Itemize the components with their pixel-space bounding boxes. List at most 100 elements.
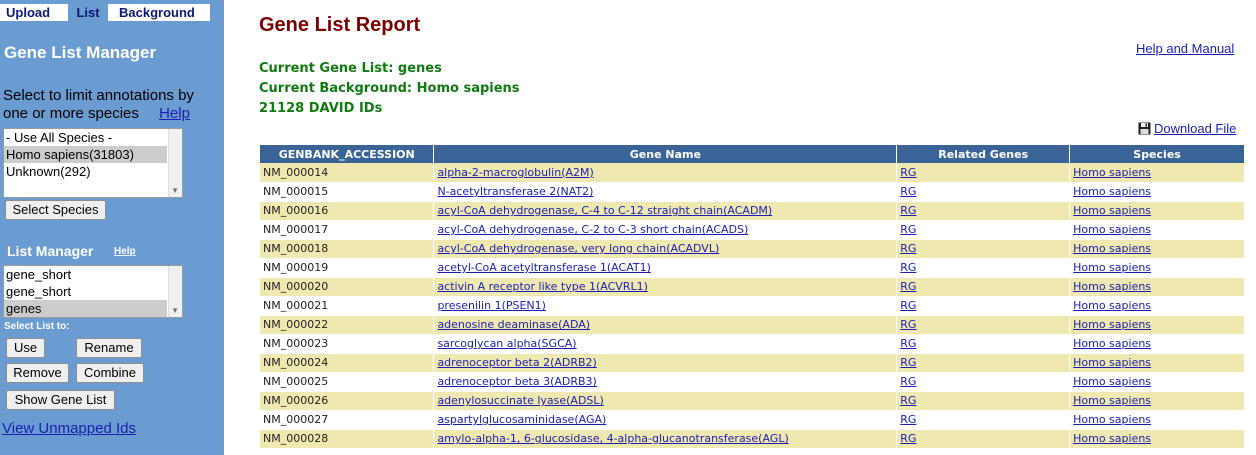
select-species-button[interactable]: Select Species [5, 200, 106, 220]
gene-name-link[interactable]: activin A receptor like type 1(ACVRL1) [437, 280, 647, 293]
gene-name-cell: acyl-CoA dehydrogenase, very long chain(… [433, 239, 898, 259]
species-link[interactable]: Homo sapiens [1073, 166, 1151, 179]
gene-list-option[interactable]: genes [4, 300, 167, 317]
gene-name-link[interactable]: presenilin 1(PSEN1) [437, 299, 546, 312]
species-link[interactable]: Homo sapiens [1073, 337, 1151, 350]
accession-cell: NM_000021 [260, 296, 435, 316]
view-unmapped-ids-link[interactable]: View Unmapped Ids [2, 420, 136, 437]
scroll-down-icon[interactable]: ▼ [171, 306, 179, 315]
help-and-manual-link[interactable]: Help and Manual [1136, 41, 1234, 56]
gene-list-option[interactable]: gene_short [4, 283, 167, 300]
related-genes-link[interactable]: RG [900, 375, 916, 388]
gene-name-link[interactable]: acyl-CoA dehydrogenase, very long chain(… [437, 242, 719, 255]
tab-background[interactable]: Background [108, 4, 195, 21]
species-prompt: Select to limit annotations by one or mo… [3, 87, 219, 123]
gene-name-link[interactable]: aspartylglucosaminidase(AGA) [437, 413, 606, 426]
species-link[interactable]: Homo sapiens [1073, 432, 1151, 445]
table-row: NM_000020 activin A receptor like type 1(… [260, 277, 1245, 297]
column-header-species[interactable]: Species [1069, 145, 1245, 163]
gene-name-link[interactable]: amylo-alpha-1, 6-glucosidase, 4-alpha-gl… [437, 432, 788, 445]
column-header-gene-name[interactable]: Gene Name [433, 145, 898, 163]
related-genes-link[interactable]: RG [900, 261, 916, 274]
current-background: Current Background: Homo sapiens [259, 81, 520, 96]
use-button[interactable]: Use [6, 338, 45, 358]
list-manager-help-link[interactable]: Help [114, 246, 136, 257]
gene-name-link[interactable]: adrenoceptor beta 3(ADRB3) [437, 375, 596, 388]
species-link[interactable]: Homo sapiens [1073, 185, 1151, 198]
related-genes-link[interactable]: RG [900, 223, 916, 236]
rename-button[interactable]: Rename [76, 338, 142, 358]
related-genes-cell: RG [896, 353, 1071, 373]
related-genes-link[interactable]: RG [900, 337, 916, 350]
gene-list-manager-title: Gene List Manager [4, 43, 157, 62]
related-genes-cell: RG [896, 201, 1071, 221]
related-genes-link[interactable]: RG [900, 166, 916, 179]
combine-button[interactable]: Combine [76, 363, 144, 383]
species-option[interactable]: Unknown(292) [4, 163, 167, 180]
gene-name-link[interactable]: adenylosuccinate lyase(ADSL) [437, 394, 603, 407]
gene-name-link[interactable]: acetyl-CoA acetyltransferase 1(ACAT1) [437, 261, 650, 274]
related-genes-cell: RG [896, 372, 1071, 392]
download-file-link[interactable]: Download File [1138, 121, 1236, 136]
gene-name-cell: amylo-alpha-1, 6-glucosidase, 4-alpha-gl… [433, 429, 898, 449]
species-link[interactable]: Homo sapiens [1073, 261, 1151, 274]
gene-name-link[interactable]: acyl-CoA dehydrogenase, C-2 to C-3 short… [437, 223, 748, 236]
species-link[interactable]: Homo sapiens [1073, 242, 1151, 255]
gene-name-cell: activin A receptor like type 1(ACVRL1) [433, 277, 898, 297]
related-genes-cell: RG [896, 239, 1071, 259]
species-help-link[interactable]: Help [159, 105, 190, 122]
gene-lists-listbox-scrollbar[interactable]: ▼ [168, 266, 182, 317]
gene-name-link[interactable]: adenosine deaminase(ADA) [437, 318, 590, 331]
related-genes-link[interactable]: RG [900, 394, 916, 407]
species-option[interactable]: Homo sapiens(31803) [4, 146, 167, 163]
gene-name-link[interactable]: sarcoglycan alpha(SGCA) [437, 337, 576, 350]
accession-cell: NM_000015 [260, 182, 435, 202]
species-link[interactable]: Homo sapiens [1073, 204, 1151, 217]
related-genes-link[interactable]: RG [900, 413, 916, 426]
table-row: NM_000018 acyl-CoA dehydrogenase, very lo… [260, 239, 1245, 259]
related-genes-link[interactable]: RG [900, 299, 916, 312]
species-listbox-scrollbar[interactable]: ▼ [168, 129, 182, 197]
tab-upload[interactable]: Upload [0, 4, 68, 21]
gene-name-link[interactable]: alpha-2-macroglobulin(A2M) [437, 166, 593, 179]
tab-list[interactable]: List [68, 4, 108, 21]
species-link[interactable]: Homo sapiens [1073, 356, 1151, 369]
gene-name-link[interactable]: acyl-CoA dehydrogenase, C-4 to C-12 stra… [437, 204, 772, 217]
table-body: NM_000014 alpha-2-macroglobulin(A2M) RG Hom… [260, 163, 1245, 449]
related-genes-link[interactable]: RG [900, 204, 916, 217]
remove-button[interactable]: Remove [6, 363, 69, 383]
species-link[interactable]: Homo sapiens [1073, 223, 1151, 236]
related-genes-link[interactable]: RG [900, 432, 916, 445]
species-option[interactable]: - Use All Species - [4, 129, 167, 146]
show-gene-list-button[interactable]: Show Gene List [6, 390, 115, 410]
species-link[interactable]: Homo sapiens [1073, 375, 1151, 388]
related-genes-link[interactable]: RG [900, 318, 916, 331]
accession-cell: NM_000018 [260, 239, 435, 259]
species-cell: Homo sapiens [1069, 201, 1245, 221]
gene-lists-listbox[interactable]: gene_short gene_short genes ▼ [3, 265, 183, 318]
table-row: NM_000016 acyl-CoA dehydrogenase, C-4 to … [260, 201, 1245, 221]
species-cell: Homo sapiens [1069, 163, 1245, 183]
column-header-related-genes[interactable]: Related Genes [896, 145, 1071, 163]
gene-list-option[interactable]: gene_short [4, 266, 167, 283]
related-genes-cell: RG [896, 220, 1071, 240]
related-genes-link[interactable]: RG [900, 185, 916, 198]
related-genes-link[interactable]: RG [900, 356, 916, 369]
species-link[interactable]: Homo sapiens [1073, 280, 1151, 293]
scroll-down-icon[interactable]: ▼ [171, 186, 179, 195]
species-link[interactable]: Homo sapiens [1073, 394, 1151, 407]
gene-name-link[interactable]: N-acetyltransferase 2(NAT2) [437, 185, 593, 198]
species-link[interactable]: Homo sapiens [1073, 299, 1151, 312]
column-header-accession[interactable]: GENBANK_ACCESSION [260, 145, 435, 163]
species-link[interactable]: Homo sapiens [1073, 318, 1151, 331]
species-link[interactable]: Homo sapiens [1073, 413, 1151, 426]
download-file-label: Download File [1154, 121, 1237, 136]
table-row: NM_000025 adrenoceptor beta 3(ADRB3) RG Hom… [260, 372, 1245, 392]
related-genes-link[interactable]: RG [900, 280, 916, 293]
related-genes-link[interactable]: RG [900, 242, 916, 255]
gene-list-table: GENBANK_ACCESSION Gene Name Related Gene… [260, 145, 1245, 449]
gene-name-link[interactable]: adrenoceptor beta 2(ADRB2) [437, 356, 596, 369]
species-listbox[interactable]: - Use All Species - Homo sapiens(31803) Un… [3, 128, 183, 198]
species-cell: Homo sapiens [1069, 277, 1245, 297]
species-cell: Homo sapiens [1069, 429, 1245, 449]
